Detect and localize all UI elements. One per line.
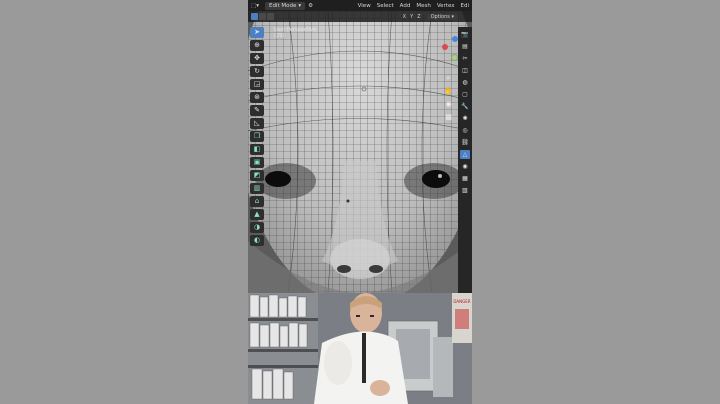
menu-vertex[interactable]: Vertex: [434, 3, 458, 9]
camera-view-icon[interactable]: ◉: [444, 100, 453, 109]
vertex-select-icon[interactable]: [251, 13, 258, 20]
face-mesh: [248, 11, 472, 293]
zoom-icon[interactable]: ⌕: [444, 74, 453, 83]
add-cube-icon[interactable]: ❒: [250, 131, 264, 142]
view-label: User Perspective (29): [274, 27, 316, 39]
data-icon[interactable]: △: [460, 150, 470, 159]
axis-z-toggle[interactable]: Z: [417, 14, 420, 20]
view-settings-icon[interactable]: ⚙: [305, 3, 316, 9]
menu-bar: View Select Add Mesh Vertex Edi: [355, 3, 472, 9]
cursor-icon[interactable]: ⊕: [250, 40, 264, 51]
3d-viewport[interactable]: User Perspective (29) ⌕ ✋ ◉ ▦ ➤ ⊕ ✥ ↻ ◲ …: [248, 11, 472, 293]
modifier-icon[interactable]: 🔧: [460, 102, 470, 111]
select-mode-group: [251, 13, 274, 20]
menu-edit[interactable]: Edi: [458, 3, 473, 9]
mode-label: Edit Mode: [268, 2, 297, 9]
select-box-icon[interactable]: ➤: [250, 27, 264, 38]
extrude-icon[interactable]: ◧: [250, 144, 264, 155]
menu-select[interactable]: Select: [374, 3, 397, 9]
world-icon[interactable]: ◍: [460, 78, 470, 87]
texture-icon[interactable]: ▦: [460, 174, 470, 183]
pan-hand-icon[interactable]: ✋: [444, 87, 453, 96]
material-icon[interactable]: ◉: [460, 162, 470, 171]
edge-select-icon[interactable]: [259, 13, 266, 20]
editor-type-icon[interactable]: ⬚▾: [248, 3, 262, 9]
transform-icon[interactable]: ⊛: [250, 92, 264, 103]
left-toolbar: ➤ ⊕ ✥ ↻ ◲ ⊛ ✎ ◺ ❒ ◧ ▣ ◩ ▥ ⌂ ▲ ◑ ◐: [250, 27, 266, 248]
output-icon[interactable]: ▤: [460, 42, 470, 51]
tool-settings-bar: X Y Z Options ▾: [248, 11, 472, 22]
face-select-icon[interactable]: [267, 13, 274, 20]
tool-icon[interactable]: ✂: [460, 54, 470, 63]
particles-icon[interactable]: ✺: [460, 114, 470, 123]
x-neg-axis-icon[interactable]: [442, 44, 448, 50]
bevel-icon[interactable]: ◩: [250, 170, 264, 181]
options-label: Options: [430, 13, 450, 20]
right-background: [472, 0, 720, 404]
properties-tabs: 📷 ▤ ✂ ◫ ◍ ▢ 🔧 ✺ ◎ ⛓ △ ◉ ▦ ▧: [458, 27, 472, 293]
menu-mesh[interactable]: Mesh: [413, 3, 433, 9]
loop-cut-icon[interactable]: ▥: [250, 183, 264, 194]
left-background: [0, 0, 248, 404]
axis-y-toggle[interactable]: Y: [410, 14, 413, 20]
grid-view-icon[interactable]: ▦: [444, 113, 453, 122]
reaction-video: DANGER: [248, 293, 472, 404]
move-icon[interactable]: ✥: [250, 53, 264, 64]
view-layer-icon[interactable]: ▧: [460, 186, 470, 195]
rotate-icon[interactable]: ↻: [250, 66, 264, 77]
office-scene: DANGER: [248, 293, 472, 404]
poly-build-icon[interactable]: ▲: [250, 209, 264, 220]
constraints-icon[interactable]: ⛓: [460, 138, 470, 147]
spin-icon[interactable]: ◑: [250, 222, 264, 233]
inset-icon[interactable]: ▣: [250, 157, 264, 168]
smooth-icon[interactable]: ◐: [250, 235, 264, 246]
object-name: (29): [274, 33, 285, 39]
physics-icon[interactable]: ◎: [460, 126, 470, 135]
menu-view[interactable]: View: [355, 3, 374, 9]
menu-add[interactable]: Add: [397, 3, 414, 9]
render-icon[interactable]: 📷: [460, 30, 470, 39]
poster-text: DANGER: [453, 299, 470, 304]
scale-icon[interactable]: ◲: [250, 79, 264, 90]
blender-window: User Perspective (29) ⌕ ✋ ◉ ▦ ➤ ⊕ ✥ ↻ ◲ …: [248, 0, 472, 293]
measure-icon[interactable]: ◺: [250, 118, 264, 129]
navigation-buttons: ⌕ ✋ ◉ ▦: [444, 74, 454, 126]
annotate-icon[interactable]: ✎: [250, 105, 264, 116]
mirror-axes: X Y Z: [403, 14, 421, 20]
object-icon[interactable]: ▢: [460, 90, 470, 99]
knife-icon[interactable]: ⌂: [250, 196, 264, 207]
options-dropdown[interactable]: Options ▾: [426, 13, 458, 20]
axis-x-toggle[interactable]: X: [403, 14, 406, 20]
mode-dropdown[interactable]: Edit Mode ▾: [264, 1, 306, 10]
scene-icon[interactable]: ◫: [460, 66, 470, 75]
y-neg-axis-icon[interactable]: [451, 54, 458, 61]
header-bar: ⬚▾ Edit Mode ▾ ⚙ View Select Add Mesh Ver…: [248, 0, 472, 11]
